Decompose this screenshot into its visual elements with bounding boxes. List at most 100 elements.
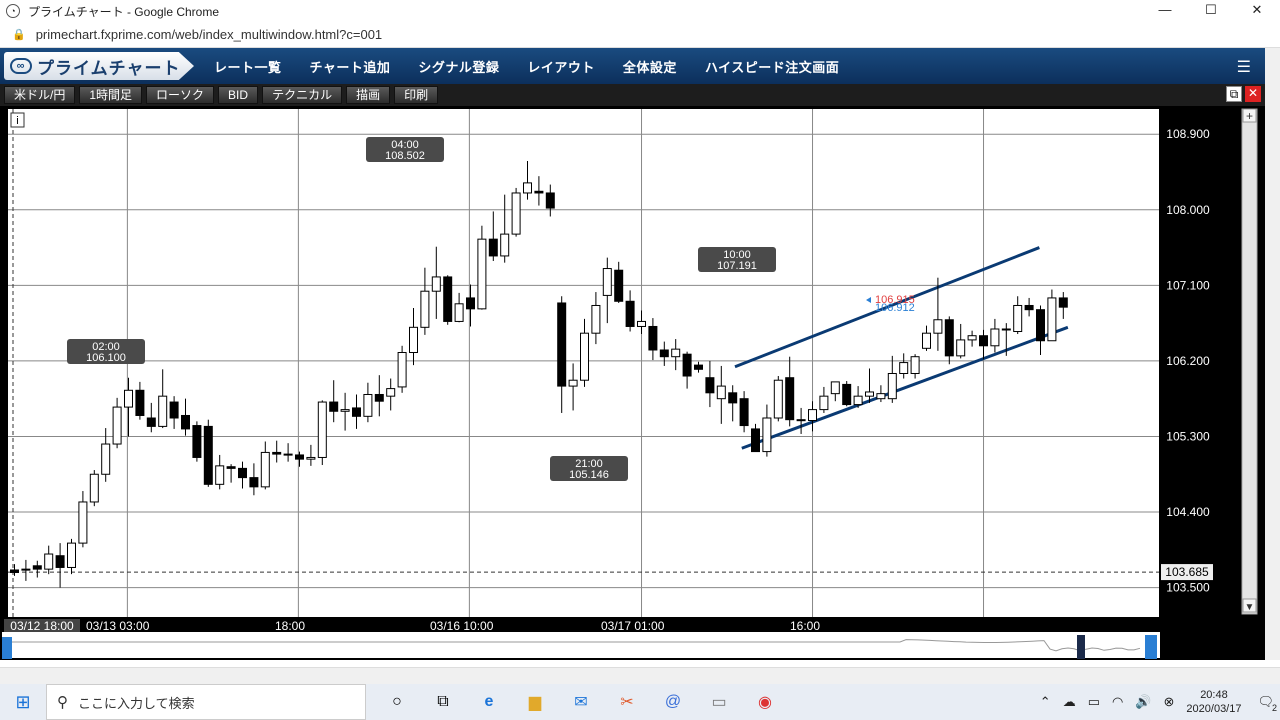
menu-highspeed-order[interactable]: ハイスピード注文画面 (705, 57, 839, 76)
candlestick-chart[interactable]: 02:00106.10004:00108.50221:00105.14610:0… (0, 106, 1265, 660)
annotation-price: 107.191 (717, 260, 757, 272)
candle-body (967, 335, 977, 341)
url-text[interactable]: primechart.fxprime.com/web/index_multiwi… (36, 27, 382, 42)
navigator[interactable] (2, 632, 1160, 659)
candle-body (534, 190, 544, 194)
y-axis: 108.900 108.000 107.100 106.200 105.300 104.4… (1161, 127, 1213, 595)
x-tick-label: 03/12 18:00 (10, 619, 74, 633)
candle-body (545, 192, 555, 209)
timeframe-button[interactable]: 1時間足 (79, 86, 143, 104)
candle-body (557, 302, 567, 387)
price-side-button[interactable]: BID (218, 86, 259, 104)
email-app-icon[interactable]: @ (650, 684, 696, 720)
bid-price-label: 106.912 (875, 302, 915, 314)
candle-body (409, 326, 418, 354)
candle-body (488, 238, 498, 257)
x-axis: 03/12 18:00 03/13 03:00 18:00 03/16 10:00 03… (4, 619, 820, 633)
candle-body (89, 473, 99, 503)
x-tick-label: 16:00 (790, 619, 820, 633)
menu-rate-list[interactable]: レート一覧 (214, 57, 282, 76)
page-horizontal-scrollbar[interactable] (0, 667, 1280, 684)
candle-body (625, 300, 635, 327)
notification-icon[interactable]: 🗨 2 (1257, 694, 1277, 713)
volume-icon[interactable]: 🔊 (1135, 694, 1151, 710)
candle-body (887, 372, 897, 400)
candle-body (1036, 309, 1045, 342)
info-icon[interactable]: i (10, 112, 25, 128)
cloud-icon[interactable]: ☁ (1063, 694, 1076, 710)
candle-body (215, 465, 225, 485)
battery-icon[interactable]: ▭ (1088, 694, 1100, 710)
taskbar-clock[interactable]: 20:48 2020/03/17 (1186, 688, 1241, 716)
app-navigation-bar: ∞ プライムチャート レート一覧 チャート追加 シグナル登録 レイアウト 全体設… (0, 48, 1265, 84)
menu-add-chart[interactable]: チャート追加 (310, 57, 391, 76)
popout-icon[interactable]: ⧉ (1226, 86, 1242, 102)
task-view-icon[interactable]: ⧉ (420, 684, 466, 720)
status-x-icon[interactable]: ⊗ (1164, 694, 1175, 710)
taskbar-search-placeholder: ここに入力して検索 (78, 695, 195, 711)
candle-body (956, 339, 966, 357)
hamburger-menu-icon[interactable]: ☰ (1237, 57, 1251, 77)
snipping-tool-icon[interactable]: ✂ (604, 684, 650, 720)
address-bar[interactable]: 🔒 primechart.fxprime.com/web/index_multi… (0, 22, 1280, 48)
candle-body (55, 555, 65, 568)
candle-body (260, 451, 270, 488)
candle-body (1058, 297, 1068, 308)
technical-button[interactable]: テクニカル (262, 86, 343, 104)
chrome-icon[interactable]: ◉ (742, 684, 788, 720)
minimize-button[interactable]: — (1142, 0, 1188, 22)
edge-browser-icon[interactable]: e (466, 684, 512, 720)
wifi-icon[interactable]: ◠ (1112, 694, 1123, 710)
candle-body (671, 348, 681, 358)
mail-icon[interactable]: ✉ (558, 684, 604, 720)
candle-body (181, 414, 190, 430)
candle-body (933, 319, 943, 334)
logo-text: プライムチャート (37, 58, 181, 78)
candle-body (944, 319, 954, 357)
candle-body (842, 383, 852, 406)
file-explorer-icon[interactable]: ▆ (512, 684, 558, 720)
window-titlebar: ◔ プライムチャート - Google Chrome — ☐ ✕ (0, 0, 1280, 22)
candle-body (602, 268, 612, 296)
chart-type-button[interactable]: ローソク (146, 86, 215, 104)
y-tick-label: 108.000 (1166, 203, 1210, 217)
candle-body (865, 391, 874, 397)
candle-body (523, 182, 532, 194)
x-tick-label: 03/13 03:00 (86, 619, 150, 633)
candle-body (112, 406, 122, 445)
candle-body (272, 451, 282, 455)
page-vertical-scrollbar[interactable] (1265, 48, 1280, 660)
menu-layout[interactable]: レイアウト (527, 57, 595, 76)
close-window-button[interactable]: ✕ (1234, 0, 1280, 22)
drawing-button[interactable]: 描画 (346, 86, 391, 104)
annotation-price: 108.502 (385, 150, 425, 162)
taskbar-search-box[interactable]: ⚲ ここに入力して検索 (46, 684, 366, 720)
cortana-icon[interactable]: ○ (374, 684, 420, 720)
chevron-up-icon[interactable]: ⌃ (1040, 694, 1051, 710)
navigator-range-handle-right[interactable] (1145, 635, 1157, 659)
candle-body (238, 467, 247, 479)
candle-body (454, 303, 464, 322)
menu-signal-register[interactable]: シグナル登録 (418, 57, 499, 76)
primechart-logo[interactable]: ∞ プライムチャート (4, 52, 194, 80)
candle-body (1024, 304, 1034, 311)
candle-body (648, 325, 658, 351)
navigator-range-handle-left[interactable] (1077, 635, 1085, 659)
menu-global-settings[interactable]: 全体設定 (623, 57, 677, 76)
network-app-icon[interactable]: ▭ (696, 684, 742, 720)
navigator-left-handle[interactable] (2, 637, 12, 659)
y-tick-label: 103.500 (1166, 581, 1210, 595)
candle-body (317, 401, 327, 458)
print-button[interactable]: 印刷 (394, 86, 439, 104)
candle-body (1013, 304, 1023, 333)
candle-body (910, 356, 920, 374)
maximize-button[interactable]: ☐ (1188, 0, 1234, 22)
clock-date: 2020/03/17 (1186, 703, 1242, 715)
y-tick-label: 108.900 (1166, 127, 1210, 141)
candle-body (477, 238, 487, 310)
windows-start-icon[interactable]: ⊞ (0, 692, 46, 713)
price-scrollbar[interactable]: + ▼ (1241, 108, 1258, 615)
symbol-button[interactable]: 米ドル/円 (4, 86, 76, 104)
close-chart-icon[interactable]: ✕ (1245, 86, 1261, 102)
chart-area[interactable]: 02:00 106.100 04:00 108.502 21:00 105.146 10:0… (0, 106, 1265, 660)
